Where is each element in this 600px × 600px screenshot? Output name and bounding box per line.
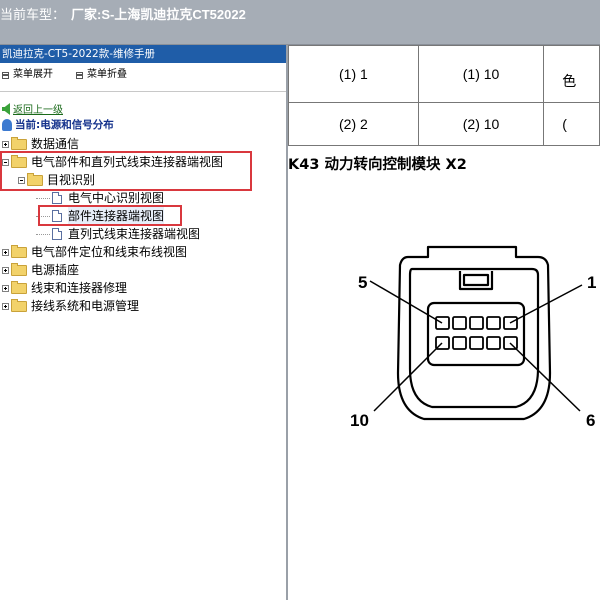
- table-cell: (2) 10: [417, 102, 545, 146]
- expand-toggle-icon[interactable]: [2, 248, 9, 256]
- pin-label-bottom-right: 6: [586, 411, 596, 430]
- expand-menu-button[interactable]: 菜单展开: [2, 67, 53, 83]
- location-icon: [2, 118, 12, 131]
- pin-cavities: [435, 316, 518, 350]
- table-cell: (1) 10: [417, 45, 545, 103]
- expand-menu-label: 菜单展开: [13, 69, 53, 80]
- content-panel: (1) 1 (1) 10 色 (2) 2 (2) 10 ( K43 动力转向控制…: [288, 45, 600, 600]
- tree-item-inline-connector-views[interactable]: 直列式线束连接器端视图: [36, 225, 200, 243]
- folder-icon: [11, 136, 27, 150]
- divider-line: [0, 91, 286, 92]
- highlight-box-path: [0, 151, 252, 191]
- collapse-icon: [76, 71, 83, 79]
- table-cell: 色: [543, 45, 600, 103]
- pin-label-top-right: 1: [587, 273, 597, 292]
- vehicle-label: 当前车型：: [0, 7, 66, 22]
- expand-toggle-icon[interactable]: [2, 140, 9, 148]
- back-arrow-icon: [2, 102, 10, 115]
- tree-item-label: 电源插座: [31, 263, 80, 277]
- tree-item-label: 电气部件定位和线束布线视图: [31, 245, 188, 259]
- tree-item-wiring-power-management[interactable]: 接线系统和电源管理: [2, 297, 139, 315]
- pin-label-bottom-left: 10: [350, 411, 369, 430]
- tree-item-component-locator[interactable]: 电气部件定位和线束布线视图: [2, 243, 187, 261]
- menu-toolbar: 菜单展开 菜单折叠: [0, 67, 286, 83]
- document-icon: [52, 228, 62, 240]
- tree-item-label: 线束和连接器修理: [31, 281, 128, 295]
- table-cell: (1) 1: [288, 45, 419, 103]
- vehicle-name: 厂家:S-上海凯迪拉克CT52022: [71, 7, 246, 22]
- back-link[interactable]: 返回上一级: [2, 101, 63, 116]
- tree-item-label: 直列式线束连接器端视图: [68, 227, 201, 241]
- vehicle-title: 当前车型： 厂家:S-上海凯迪拉克CT52022: [0, 4, 246, 23]
- manual-header: 凯迪拉克-CT5-2022款-维修手册: [0, 45, 286, 63]
- highlight-box-selection: [38, 205, 182, 226]
- collapse-menu-button[interactable]: 菜单折叠: [76, 67, 127, 83]
- tree-item-harness-repair[interactable]: 线束和连接器修理: [2, 279, 127, 297]
- expand-toggle-icon[interactable]: [2, 266, 9, 274]
- tree-connector-line: [36, 197, 50, 199]
- title-bar: 当前车型： 厂家:S-上海凯迪拉克CT52022: [0, 0, 600, 45]
- tree-connector-line: [36, 233, 50, 235]
- document-icon: [52, 192, 62, 204]
- table-row: (1) 1 (1) 10 色: [288, 45, 600, 103]
- table-row: (2) 2 (2) 10 (: [288, 102, 600, 146]
- expand-toggle-icon[interactable]: [2, 302, 9, 310]
- pin-table: (1) 1 (1) 10 色 (2) 2 (2) 10 (: [288, 45, 600, 146]
- folder-icon: [11, 298, 27, 312]
- navigation-panel: 凯迪拉克-CT5-2022款-维修手册 菜单展开 菜单折叠 返回上一级 当前:电…: [0, 45, 286, 600]
- table-cell: (: [543, 102, 600, 146]
- connector-end-view-diagram: [369, 245, 583, 421]
- folder-icon: [11, 280, 27, 294]
- current-location: 当前:电源和信号分布: [2, 117, 114, 132]
- table-cell: (2) 2: [288, 102, 419, 146]
- pin-label-top-left: 5: [358, 273, 368, 292]
- back-link-label: 返回上一级: [13, 105, 63, 116]
- expand-icon: [2, 71, 9, 79]
- tree-item-label: 接线系统和电源管理: [31, 299, 140, 313]
- folder-icon: [11, 262, 27, 276]
- folder-icon: [11, 244, 27, 258]
- tree-item-power-outlets[interactable]: 电源插座: [2, 261, 79, 279]
- current-location-label: 当前:电源和信号分布: [15, 119, 114, 131]
- expand-toggle-icon[interactable]: [2, 284, 9, 292]
- connector-title: K43 动力转向控制模块 X2: [288, 157, 467, 173]
- collapse-menu-label: 菜单折叠: [87, 69, 127, 80]
